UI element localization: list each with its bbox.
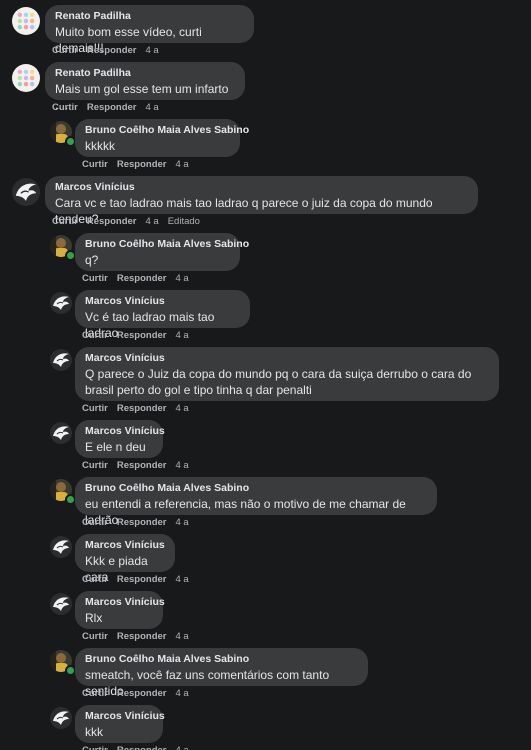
logo-avatar[interactable] — [50, 536, 72, 558]
comment-timestamp[interactable]: 4 a — [146, 45, 159, 56]
comment-actions: Curtir Responder 4 a — [52, 102, 168, 114]
comment-author[interactable]: Bruno Coêlho Maia Alves Sabino — [85, 238, 249, 251]
comment-author[interactable]: Bruno Coêlho Maia Alves Sabino — [85, 653, 358, 666]
comment-author[interactable]: Renato Padilha — [55, 67, 235, 80]
reply-button[interactable]: Responder — [117, 403, 167, 414]
comment-actions: Curtir Responder 4 a Editado — [52, 216, 200, 228]
reply-button[interactable]: Responder — [87, 102, 137, 113]
comment-author[interactable]: Marcos Vinícius — [85, 596, 165, 609]
comment-text: Rlx — [85, 611, 103, 625]
reply-button[interactable]: Responder — [117, 688, 167, 699]
reply-button[interactable]: Responder — [87, 45, 137, 56]
comment-bubble: Marcos Vinícius Kkk e piada cara — [75, 534, 175, 584]
like-button[interactable]: Curtir — [82, 517, 108, 528]
comment-timestamp[interactable]: 4 a — [176, 159, 189, 170]
edited-label[interactable]: Editado — [168, 216, 200, 227]
comment-author[interactable]: Marcos Vinícius — [85, 539, 165, 552]
reply-button[interactable]: Responder — [117, 574, 167, 585]
comment-bubble: Bruno Coêlho Maia Alves Sabino q? — [75, 233, 249, 271]
comment-bubble: Marcos Vinícius Rlx — [75, 591, 165, 629]
comment-author[interactable]: Marcos Vinícius — [85, 295, 240, 308]
comment-actions: Curtir Responder 4 a — [82, 273, 198, 285]
comment-timestamp[interactable]: 4 a — [176, 330, 189, 341]
comment-timestamp[interactable]: 4 a — [176, 688, 189, 699]
logo-avatar[interactable] — [12, 178, 40, 206]
logo-avatar[interactable] — [50, 292, 72, 314]
logo-avatar[interactable] — [50, 422, 72, 444]
reply-button[interactable]: Responder — [117, 517, 167, 528]
comment-timestamp[interactable]: 4 a — [146, 102, 159, 113]
dots-avatar[interactable] — [12, 7, 40, 35]
like-button[interactable]: Curtir — [82, 688, 108, 699]
comment-bubble: Marcos Vinícius kkk — [75, 705, 165, 743]
comment-bubble: Marcos Vinícius Q parece o Juiz da copa d… — [75, 347, 499, 401]
comment-bubble: Marcos Vinícius Vc é tao ladrao mais tao … — [75, 290, 250, 340]
reply-button[interactable]: Responder — [117, 460, 167, 471]
reply-button[interactable]: Responder — [87, 216, 137, 227]
logo-avatar[interactable] — [50, 593, 72, 615]
like-button[interactable]: Curtir — [52, 216, 78, 227]
comment-timestamp[interactable]: 4 a — [176, 745, 189, 750]
comment-text: E ele n deu — [85, 440, 146, 454]
comment-actions: Curtir Responder 4 a — [82, 574, 198, 586]
comment-author[interactable]: Marcos Vinícius — [85, 710, 165, 723]
comment-actions: Curtir Responder 4 a — [52, 45, 168, 57]
like-button[interactable]: Curtir — [82, 460, 108, 471]
comment-bubble: Renato Padilha Muito bom esse vídeo, curt… — [45, 5, 254, 55]
like-button[interactable]: Curtir — [82, 159, 108, 170]
comment-bubble: Marcos Vinícius E ele n deu — [75, 420, 165, 458]
comment-bubble: Bruno Coêlho Maia Alves Sabino eu entendi… — [75, 477, 437, 527]
comment-timestamp[interactable]: 4 a — [146, 216, 159, 227]
logo-avatar[interactable] — [50, 349, 72, 371]
reply-button[interactable]: Responder — [117, 330, 167, 341]
like-button[interactable]: Curtir — [82, 273, 108, 284]
reply-button[interactable]: Responder — [117, 159, 167, 170]
comment-timestamp[interactable]: 4 a — [176, 460, 189, 471]
like-button[interactable]: Curtir — [52, 102, 78, 113]
comment-timestamp[interactable]: 4 a — [176, 631, 189, 642]
comment-text: Q parece o Juiz da copa do mundo pq o ca… — [85, 367, 472, 397]
logo-avatar[interactable] — [50, 707, 72, 729]
reply-button[interactable]: Responder — [117, 745, 167, 750]
comment-actions: Curtir Responder 4 a — [82, 631, 198, 643]
comment-actions: Curtir Responder 4 a — [82, 460, 198, 472]
like-button[interactable]: Curtir — [82, 574, 108, 585]
comment-author[interactable]: Bruno Coêlho Maia Alves Sabino — [85, 124, 249, 137]
comment-actions: Curtir Responder 4 a — [82, 403, 198, 415]
comment-bubble: Bruno Coêlho Maia Alves Sabino smeatch, v… — [75, 648, 368, 698]
reply-button[interactable]: Responder — [117, 631, 167, 642]
dots-avatar[interactable] — [12, 64, 40, 92]
comment-bubble: Bruno Coêlho Maia Alves Sabino kkkkk — [75, 119, 249, 157]
like-button[interactable]: Curtir — [82, 330, 108, 341]
comment-text: kkk — [85, 725, 103, 739]
comment-author[interactable]: Marcos Vinícius — [85, 425, 165, 438]
comment-timestamp[interactable]: 4 a — [176, 403, 189, 414]
comment-thread: Renato Padilha Muito bom esse vídeo, curt… — [0, 0, 531, 750]
comment-author[interactable]: Bruno Coêlho Maia Alves Sabino — [85, 482, 427, 495]
reply-button[interactable]: Responder — [117, 273, 167, 284]
like-button[interactable]: Curtir — [52, 45, 78, 56]
comment-text: kkkkk — [85, 139, 115, 153]
like-button[interactable]: Curtir — [82, 403, 108, 414]
comment-text: q? — [85, 253, 99, 267]
comment-actions: Curtir Responder 4 a — [82, 517, 198, 529]
comment-actions: Curtir Responder 4 a — [82, 159, 198, 171]
comment-author[interactable]: Marcos Vinícius — [55, 181, 468, 194]
comment-bubble: Marcos Vinícius Cara vc e tao ladrao mais… — [45, 176, 478, 226]
comment-author[interactable]: Marcos Vinícius — [85, 352, 489, 365]
comment-timestamp[interactable]: 4 a — [176, 574, 189, 585]
like-button[interactable]: Curtir — [82, 631, 108, 642]
comment-timestamp[interactable]: 4 a — [176, 273, 189, 284]
comment-bubble: Renato Padilha Mais um gol esse tem um in… — [45, 62, 245, 112]
comment-author[interactable]: Renato Padilha — [55, 10, 244, 23]
comment-actions: Curtir Responder 4 a — [82, 745, 198, 750]
comment-actions: Curtir Responder 4 a — [82, 330, 198, 342]
comment-actions: Curtir Responder 4 a — [82, 688, 198, 700]
comment-timestamp[interactable]: 4 a — [176, 517, 189, 528]
like-button[interactable]: Curtir — [82, 745, 108, 750]
